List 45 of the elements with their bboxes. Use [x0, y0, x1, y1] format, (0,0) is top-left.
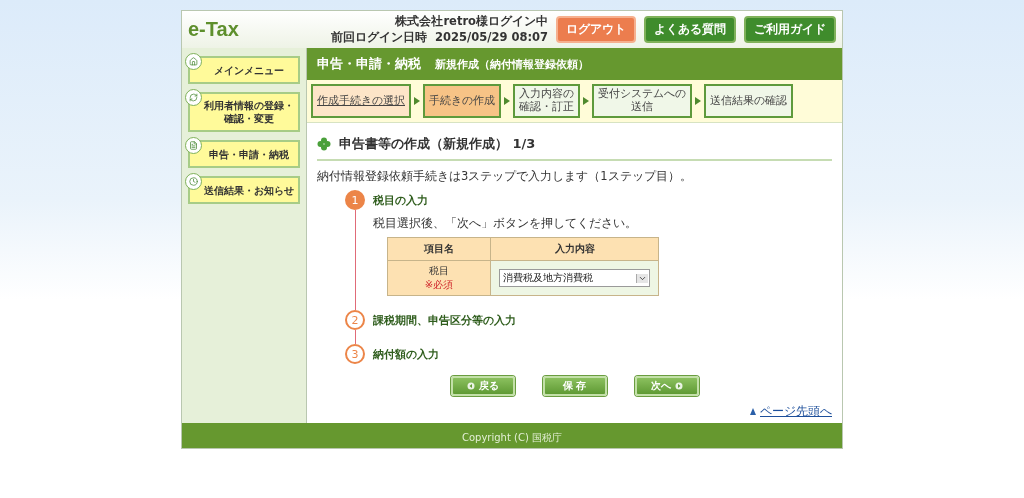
step-title: 課税期間、申告区分等の入力	[373, 313, 517, 328]
sidebar-item-icon	[185, 137, 202, 154]
step-title: 税目の入力	[373, 193, 429, 208]
step-arrow-icon	[695, 97, 701, 105]
step-arrow-icon	[583, 97, 589, 105]
sidebar-menu-button[interactable]: メインメニュー	[188, 56, 300, 84]
copyright: Copyright (C) 国税庁	[462, 432, 562, 443]
sidebar-item-icon	[185, 89, 202, 106]
progress-step: 送信結果の確認	[704, 84, 793, 118]
header-nav-button[interactable]: ご利用ガイド	[744, 16, 836, 43]
sidebar-menu-button[interactable]: 申告・申請・納税	[188, 140, 300, 168]
page-top-link[interactable]: ページ先頭へ	[760, 404, 832, 419]
header-nav-button[interactable]: よくある質問	[644, 16, 736, 43]
dropdown-caret-icon	[636, 273, 648, 283]
sidebar-menu-button[interactable]: 送信結果・お知らせ	[188, 176, 300, 204]
step-number: 2	[345, 310, 365, 330]
logo: e-Tax	[188, 18, 240, 41]
table-header: 入力内容	[490, 237, 659, 261]
field-label: 税目	[429, 265, 449, 276]
page-top-icon	[749, 407, 758, 416]
sidebar-menu-button[interactable]: 利用者情報の登録・確認・変更	[188, 92, 300, 132]
intro-text: 納付情報登録依頼手続きは3ステップで入力します（1ステップ目）。	[317, 169, 693, 184]
section-title: 申告・申請・納税	[317, 55, 421, 73]
last-login-time: 2025/05/29 08:07	[434, 30, 548, 45]
page-heading: 申告書等の作成（新規作成） 1/3	[339, 135, 536, 153]
clover-icon	[317, 137, 331, 151]
user-name: 株式会社retro様ログイン中	[395, 14, 548, 29]
table-header: 項目名	[387, 237, 491, 261]
last-login-label: 前回ログイン日時	[330, 30, 427, 45]
step-title: 納付額の入力	[373, 347, 440, 362]
step-instruction: 税目選択後、「次へ」ボタンを押してください。	[373, 216, 638, 231]
sidebar-item-icon	[185, 173, 202, 190]
tax-select[interactable]: 消費税及地方消費税	[499, 269, 650, 287]
circle-arrow-icon	[674, 382, 683, 390]
step-arrow-icon	[414, 97, 420, 105]
step-arrow-icon	[504, 97, 510, 105]
step-number: 3	[345, 344, 365, 364]
required-mark: ※必須	[423, 278, 455, 292]
progress-step: 手続きの作成	[423, 84, 501, 118]
progress-step: 受付システムへの 送信	[592, 84, 692, 118]
progress-step: 入力内容の 確認・訂正	[513, 84, 580, 118]
sidebar-item-icon	[185, 53, 202, 70]
section-subtitle: 新規作成（納付情報登録依頼）	[435, 57, 589, 72]
step-number: 1	[345, 190, 365, 210]
circle-arrow-icon	[466, 382, 475, 390]
